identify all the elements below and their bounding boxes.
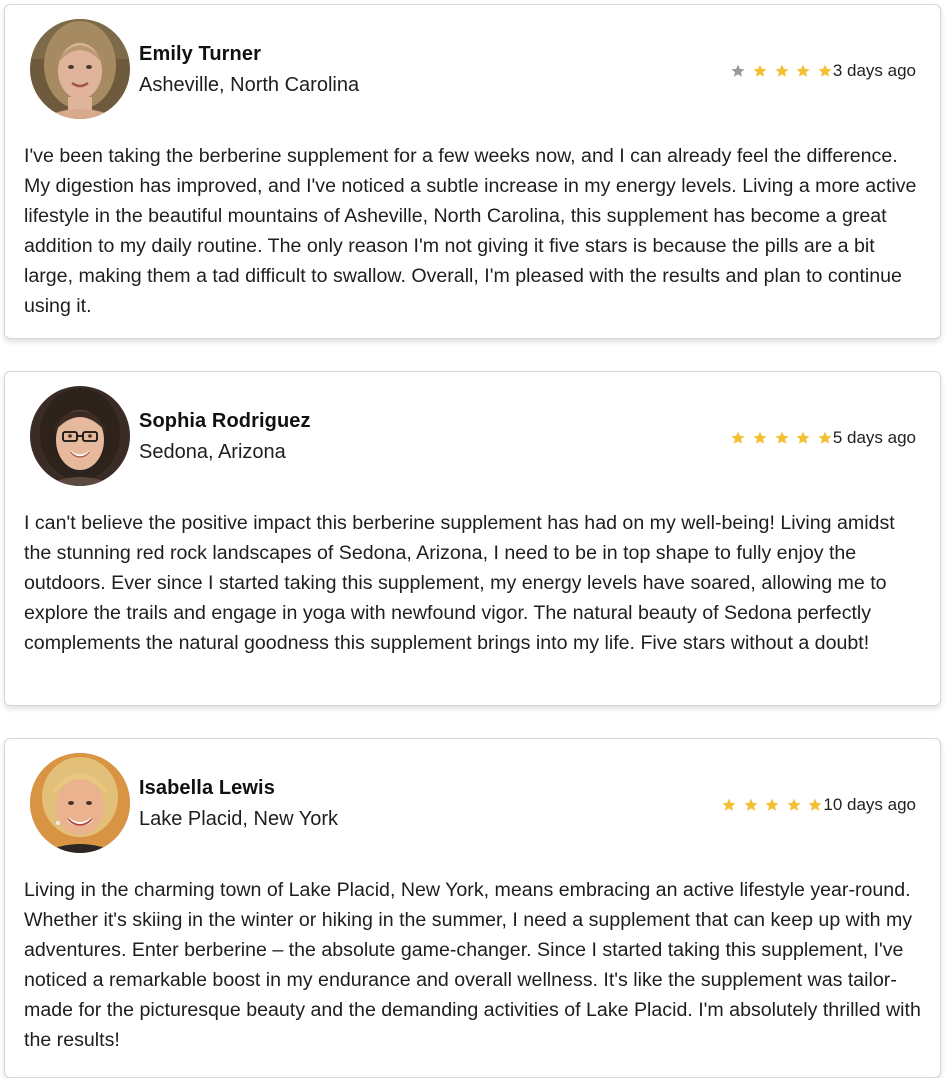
star-filled-icon bbox=[775, 64, 789, 78]
star-filled-icon bbox=[808, 798, 822, 812]
avatar bbox=[30, 19, 130, 119]
review-date: 3 days ago bbox=[832, 61, 916, 80]
star-filled-icon bbox=[744, 798, 758, 812]
star-filled-icon bbox=[765, 798, 779, 812]
star-filled-icon bbox=[787, 798, 801, 812]
review-text: I've been taking the berberine supplemen… bbox=[24, 145, 917, 317]
star-filled-icon bbox=[753, 431, 767, 445]
reviews-list: Emily Turner Asheville, North Carolina 3… bbox=[0, 0, 948, 1078]
reviewer-location: Asheville, North Carolina bbox=[139, 74, 360, 96]
star-filled-icon bbox=[796, 431, 810, 445]
review-card: Isabella Lewis Lake Placid, New York 10 … bbox=[4, 738, 941, 1078]
reviewer-name: Emily Turner bbox=[139, 43, 261, 65]
star-filled-icon bbox=[818, 431, 832, 445]
star-empty-icon bbox=[731, 64, 745, 78]
star-filled-icon bbox=[731, 431, 745, 445]
reviewer-name: Isabella Lewis bbox=[139, 777, 275, 799]
star-filled-icon bbox=[818, 64, 832, 78]
avatar bbox=[30, 753, 130, 853]
review-date: 5 days ago bbox=[832, 428, 916, 447]
review-meta: 5 days ago bbox=[731, 428, 916, 448]
review-meta: 3 days ago bbox=[731, 61, 916, 81]
review-text: Living in the charming town of Lake Plac… bbox=[24, 879, 921, 1051]
review-text: I can't believe the positive impact this… bbox=[24, 512, 895, 654]
star-filled-icon bbox=[753, 64, 767, 78]
star-filled-icon bbox=[722, 798, 736, 812]
review-card: Emily Turner Asheville, North Carolina 3… bbox=[4, 4, 941, 339]
reviewer-location: Lake Placid, New York bbox=[139, 808, 339, 830]
star-filled-icon bbox=[775, 431, 789, 445]
star-filled-icon bbox=[796, 64, 810, 78]
reviewer-name: Sophia Rodriguez bbox=[139, 410, 311, 432]
review-meta: 10 days ago bbox=[722, 795, 916, 815]
review-card: Sophia Rodriguez Sedona, Arizona 5 days … bbox=[4, 371, 941, 706]
star-rating bbox=[722, 798, 822, 812]
avatar bbox=[30, 386, 130, 486]
star-rating bbox=[731, 64, 832, 78]
review-date: 10 days ago bbox=[823, 795, 916, 814]
reviewer-location: Sedona, Arizona bbox=[139, 441, 286, 463]
star-rating bbox=[731, 431, 832, 445]
